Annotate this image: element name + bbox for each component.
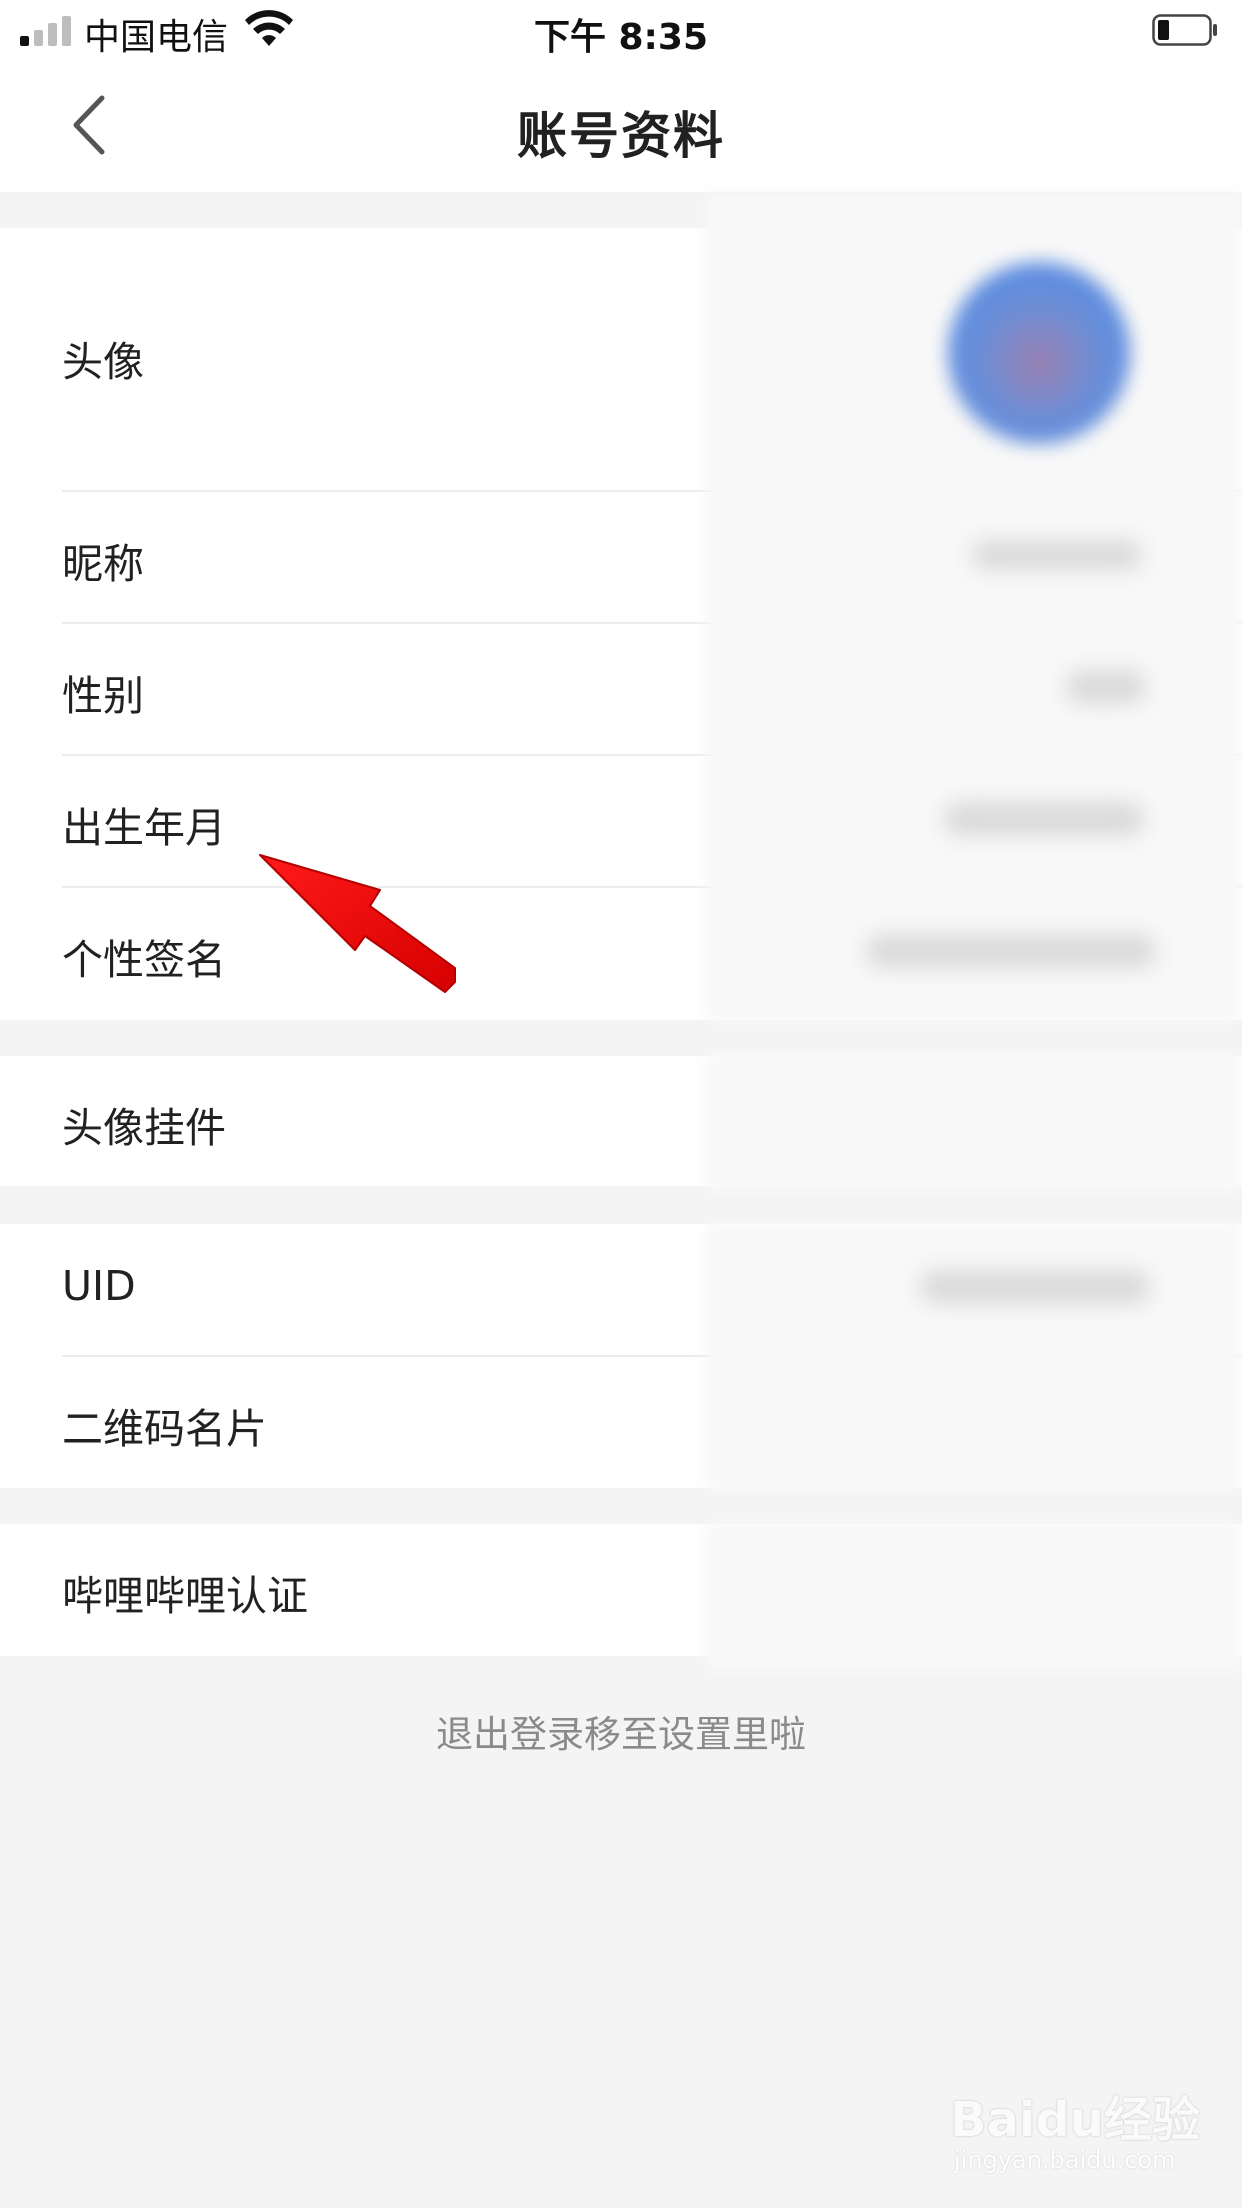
status-time: 下午 8:35 xyxy=(533,17,709,58)
red-arrow-annotation xyxy=(259,854,456,993)
page-title: 账号资料 xyxy=(517,107,725,165)
blur-strip xyxy=(706,1522,1242,1672)
blur-strip xyxy=(706,1222,1242,1492)
blur-strip xyxy=(706,1052,1242,1192)
blurred-nickname-value xyxy=(972,540,1142,570)
row-label: 昵称 xyxy=(62,540,144,588)
battery-icon xyxy=(1152,14,1217,46)
row-label: 头像 xyxy=(62,338,144,386)
blurred-gender-value xyxy=(1066,670,1146,704)
blurred-signature-value xyxy=(866,934,1156,968)
row-label: 哔哩哔哩认证 xyxy=(62,1572,308,1620)
status-bar: 中国电信 下午 8:35 xyxy=(0,0,1242,62)
row-label: 性别 xyxy=(62,672,144,720)
row-label: 出生年月 xyxy=(62,804,226,852)
row-label: 头像挂件 xyxy=(62,1104,226,1152)
blurred-uid-value xyxy=(920,1270,1150,1304)
row-label: UID xyxy=(62,1262,136,1310)
nav-bar: 账号资料 xyxy=(0,62,1242,192)
watermark-brand: Baidu经验 xyxy=(950,2092,1200,2148)
baidu-watermark: Baidu经验 jingyan.baidu.com xyxy=(950,2080,1200,2190)
row-label: 二维码名片 xyxy=(62,1405,267,1453)
watermark-url: jingyan.baidu.com xyxy=(954,2146,1176,2174)
blurred-birth-value xyxy=(944,802,1144,836)
avatar-image[interactable] xyxy=(948,262,1130,444)
row-label: 个性签名 xyxy=(62,936,226,984)
